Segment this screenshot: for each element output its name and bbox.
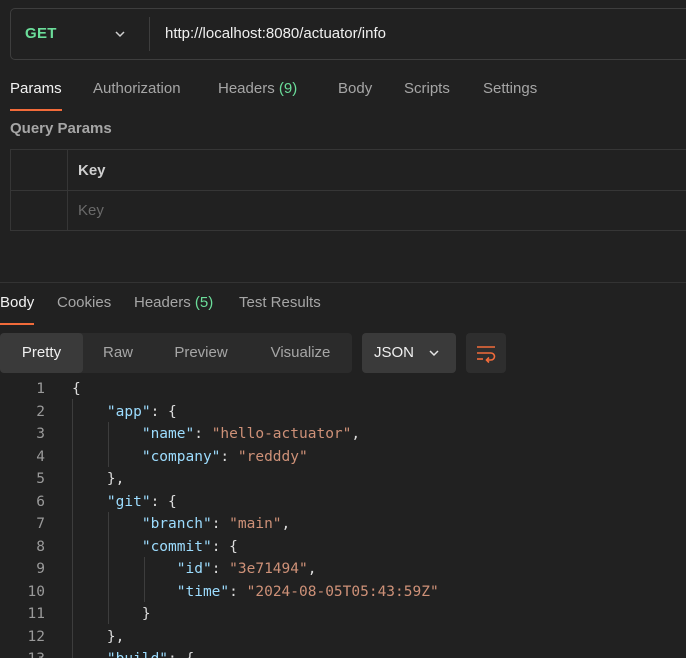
line-number: 7 xyxy=(36,516,45,532)
wrap-lines-icon xyxy=(477,346,496,364)
code-text: }, xyxy=(72,471,125,487)
code-line: 10 "time": "2024-08-05T05:43:59Z" xyxy=(0,581,686,604)
tab-cookies[interactable]: Cookies xyxy=(57,288,111,318)
code-text: }, xyxy=(72,628,125,645)
code-line: 12 }, xyxy=(0,626,686,649)
tab-settings[interactable]: Settings xyxy=(483,74,537,104)
headers-count: (9) xyxy=(278,80,298,97)
code-line: 3 "name": "hello-actuator", xyxy=(0,423,686,446)
tab-response-headers[interactable]: Headers (5) xyxy=(134,288,213,318)
code-line: 5 }, xyxy=(0,468,686,491)
line-number: 10 xyxy=(27,583,45,600)
code-text: "branch": "main", xyxy=(141,516,291,532)
code-text: "build": { xyxy=(72,648,194,658)
format-label: JSON xyxy=(374,344,415,361)
query-params-table: Key Key xyxy=(10,149,686,231)
table-divider xyxy=(11,190,686,191)
tab-body[interactable]: Body xyxy=(338,74,372,104)
code-line: 1{ xyxy=(0,378,686,401)
line-number: 1 xyxy=(36,381,45,397)
code-line: 6 "git": { xyxy=(0,491,686,514)
wrap-lines-button[interactable] xyxy=(466,333,506,373)
view-mode-bar: Pretty Raw Preview Visualize xyxy=(0,333,352,373)
code-text: "name": "hello-actuator", xyxy=(141,426,361,442)
code-text: "company": "redddy" xyxy=(141,448,308,465)
tab-test-results[interactable]: Test Results xyxy=(239,288,321,318)
tab-authorization[interactable]: Authorization xyxy=(93,74,181,104)
code-line: 13 "build": { xyxy=(0,648,686,658)
code-text: { xyxy=(72,381,81,397)
code-text: "time": "2024-08-05T05:43:59Z" xyxy=(176,583,439,600)
url-input[interactable]: http://localhost:8080/actuator/info xyxy=(165,9,386,59)
param-key-input[interactable]: Key xyxy=(78,191,104,231)
query-params-title: Query Params xyxy=(10,120,112,137)
view-visualize-button[interactable]: Visualize xyxy=(258,333,343,373)
view-pretty-button[interactable]: Pretty xyxy=(0,333,83,373)
response-body-editor[interactable]: 1{2 "app": {3 "name": "hello-actuator", 4… xyxy=(0,377,686,658)
tab-response-body[interactable]: Body xyxy=(0,288,35,325)
code-line: 7 "branch": "main", xyxy=(0,513,686,536)
code-line: 11 } xyxy=(0,603,686,626)
tab-headers-label: Headers xyxy=(218,80,275,97)
chevron-down-icon[interactable] xyxy=(114,28,126,40)
code-line: 2 "app": { xyxy=(0,401,686,424)
method-select[interactable]: GET xyxy=(25,9,57,59)
line-number: 2 xyxy=(36,403,45,420)
line-number: 5 xyxy=(36,471,45,487)
column-header-key: Key xyxy=(78,162,106,179)
code-text: } xyxy=(72,606,151,622)
view-preview-button[interactable]: Preview xyxy=(160,333,242,373)
request-url-bar: GET http://localhost:8080/actuator/info xyxy=(10,8,686,60)
tab-response-headers-label: Headers xyxy=(134,294,191,311)
code-line: 9 "id": "3e71494", xyxy=(0,558,686,581)
chevron-down-icon xyxy=(429,350,439,357)
line-number: 9 xyxy=(36,561,45,577)
line-number: 11 xyxy=(27,606,45,622)
line-number: 12 xyxy=(27,628,45,645)
tab-params[interactable]: Params xyxy=(10,74,62,111)
code-line: 4 "company": "redddy" xyxy=(0,446,686,469)
response-headers-count: (5) xyxy=(194,294,214,311)
response-tabs: Body Cookies Headers (5) Test Results xyxy=(0,288,686,325)
line-number: 13 xyxy=(0,648,45,658)
request-tabs: Params Authorization Headers (9) Body Sc… xyxy=(0,74,686,111)
code-text: "id": "3e71494", xyxy=(176,561,317,577)
code-text: "git": { xyxy=(106,493,177,510)
tab-scripts[interactable]: Scripts xyxy=(404,74,450,104)
line-number: 4 xyxy=(36,448,45,465)
line-number: 6 xyxy=(36,493,45,510)
line-number: 3 xyxy=(36,426,45,442)
view-raw-button[interactable]: Raw xyxy=(88,333,148,373)
code-text: "app": { xyxy=(106,403,177,420)
pane-divider[interactable] xyxy=(0,282,686,283)
line-number: 8 xyxy=(36,538,45,555)
format-select[interactable]: JSON xyxy=(362,333,456,373)
url-divider xyxy=(149,17,150,51)
tab-headers[interactable]: Headers (9) xyxy=(218,74,297,104)
code-line: 8 "commit": { xyxy=(0,536,686,559)
code-text: "commit": { xyxy=(141,538,238,555)
